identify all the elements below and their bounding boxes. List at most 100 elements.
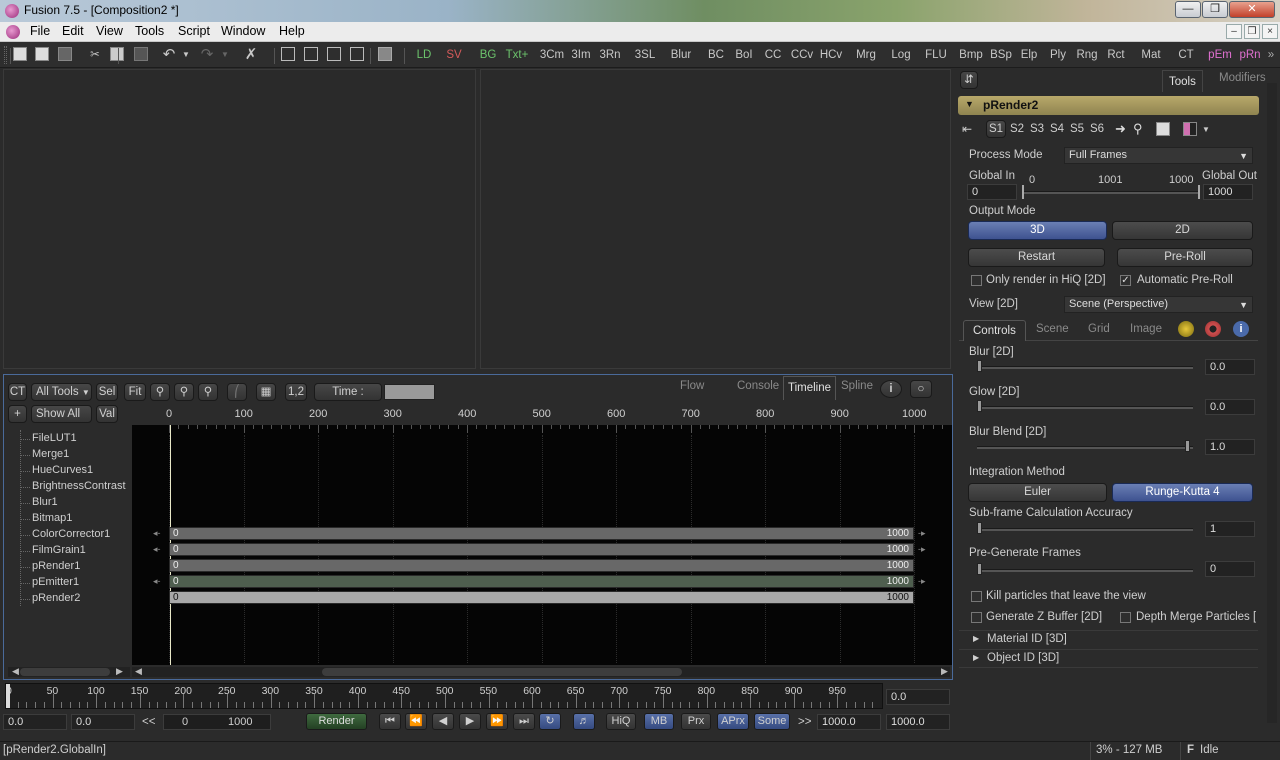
tool-button-log[interactable]: Log bbox=[888, 45, 914, 65]
tab-timeline[interactable]: Timeline bbox=[783, 376, 837, 400]
track-name[interactable]: FilmGrain1 bbox=[32, 544, 86, 556]
viewer-right[interactable] bbox=[480, 69, 951, 369]
tool-button-3im[interactable]: 3Im bbox=[568, 45, 594, 65]
runge-kutta-button[interactable]: Runge-Kutta 4 bbox=[1112, 483, 1253, 502]
material-id-row[interactable]: ▶ Material ID [3D] bbox=[959, 630, 1258, 649]
handle-right-icon[interactable]: -▸ bbox=[918, 544, 926, 555]
handle-right-icon[interactable]: -▸ bbox=[918, 576, 926, 587]
collapse-icon[interactable]: ⇵ bbox=[960, 71, 978, 89]
gen-z-checkbox[interactable] bbox=[971, 612, 982, 623]
viewer-left[interactable] bbox=[3, 69, 476, 369]
menu-window[interactable]: Window bbox=[221, 24, 265, 38]
depth-merge-checkbox[interactable] bbox=[1120, 612, 1131, 623]
zoom-out-icon[interactable]: ⚲ bbox=[150, 383, 170, 401]
subtab-grid[interactable]: Grid bbox=[1088, 323, 1110, 335]
info-icon[interactable]: i bbox=[1233, 321, 1249, 337]
tab-tools[interactable]: Tools bbox=[1162, 70, 1203, 92]
range-slider[interactable]: 0 1000 bbox=[163, 714, 271, 730]
pregen-slider-knob[interactable] bbox=[977, 563, 982, 575]
pin-icon[interactable]: ⇤ bbox=[962, 122, 972, 136]
tool-header[interactable]: ▼ pRender2 bbox=[958, 96, 1259, 115]
key-icon[interactable]: ⚲ bbox=[1133, 121, 1143, 137]
timeline-scrollbar[interactable] bbox=[132, 667, 950, 677]
layout-3-icon[interactable] bbox=[327, 47, 341, 61]
restart-button[interactable]: Restart bbox=[968, 248, 1105, 267]
cut-tool-icon[interactable]: ✗ bbox=[242, 45, 260, 65]
kill-particles-checkbox[interactable] bbox=[971, 591, 982, 602]
current-time-field[interactable]: 0.0 bbox=[886, 689, 950, 705]
new-icon[interactable] bbox=[13, 47, 27, 61]
pregen-slider[interactable] bbox=[977, 569, 1193, 572]
redo-icon[interactable]: ↷ bbox=[198, 45, 216, 65]
subtab-controls[interactable]: Controls bbox=[963, 320, 1026, 341]
rewind-icon[interactable]: ⏪ bbox=[405, 713, 427, 730]
cut-icon[interactable]: ✂ bbox=[86, 45, 104, 65]
track-name[interactable]: pRender2 bbox=[32, 592, 80, 604]
menu-help[interactable]: Help bbox=[279, 24, 305, 38]
time-input[interactable] bbox=[384, 384, 435, 400]
tool-button-3rn[interactable]: 3Rn bbox=[597, 45, 623, 65]
fast-forward-icon[interactable]: ⏩ bbox=[486, 713, 508, 730]
tool-button-ld[interactable]: LD bbox=[411, 45, 437, 65]
slot-s1[interactable]: S1 bbox=[986, 120, 1006, 138]
menu-tools[interactable]: Tools bbox=[135, 24, 164, 38]
slot-s3[interactable]: S3 bbox=[1030, 123, 1044, 135]
scroll-right-icon[interactable]: ▶ bbox=[941, 666, 948, 677]
save-icon[interactable] bbox=[58, 47, 72, 61]
tool-button-ccv[interactable]: CCv bbox=[789, 45, 815, 65]
scroll-right-icon[interactable]: ▶ bbox=[116, 666, 123, 677]
render-button[interactable]: Render bbox=[306, 713, 367, 730]
color-swatch-icon[interactable] bbox=[1183, 122, 1197, 136]
timeline-bar[interactable]: 0 1000 bbox=[169, 543, 914, 556]
doc-icon[interactable] bbox=[6, 25, 20, 39]
blur-slider[interactable] bbox=[977, 366, 1193, 369]
blur-slider-knob[interactable] bbox=[977, 360, 982, 372]
copy-icon[interactable] bbox=[110, 47, 124, 61]
mdi-minimize-button[interactable]: – bbox=[1226, 24, 1242, 39]
undo-icon[interactable]: ↶ bbox=[160, 45, 178, 65]
preroll-button[interactable]: Pre-Roll bbox=[1117, 248, 1253, 267]
tool-button-mat[interactable]: Mat bbox=[1138, 45, 1164, 65]
end-time-field[interactable]: 0.0 bbox=[71, 714, 135, 730]
tool-button-bsp[interactable]: BSp bbox=[988, 45, 1014, 65]
save-settings-icon[interactable] bbox=[1156, 122, 1170, 136]
tool-button-blur[interactable]: Blur bbox=[666, 45, 696, 65]
track-name[interactable]: pEmitter1 bbox=[32, 576, 79, 588]
playhead[interactable] bbox=[6, 684, 10, 708]
auto-preroll-checkbox[interactable]: ✓ bbox=[1120, 275, 1131, 286]
subframe-field[interactable]: 1 bbox=[1205, 521, 1255, 537]
go-end-icon[interactable]: ⏭ bbox=[513, 713, 535, 730]
some-button[interactable]: Some bbox=[754, 713, 790, 730]
maximize-button[interactable]: ❒ bbox=[1202, 1, 1228, 18]
paste-icon[interactable] bbox=[134, 47, 148, 61]
fusion-app-icon[interactable] bbox=[5, 4, 19, 18]
menu-edit[interactable]: Edit bbox=[62, 24, 84, 38]
output-2d-button[interactable]: 2D bbox=[1112, 221, 1253, 240]
blur-field[interactable]: 0.0 bbox=[1205, 359, 1255, 375]
blur-blend-field[interactable]: 1.0 bbox=[1205, 439, 1255, 455]
tool-button-rng[interactable]: Rng bbox=[1074, 45, 1100, 65]
layout-2-icon[interactable] bbox=[304, 47, 318, 61]
sel-button[interactable]: Sel bbox=[96, 383, 118, 401]
track-list-scrollbar[interactable] bbox=[8, 667, 130, 677]
audio-icon[interactable]: ♬ bbox=[573, 713, 595, 730]
prx-button[interactable]: Prx bbox=[681, 713, 711, 730]
step-back-icon[interactable]: ◀ bbox=[432, 713, 454, 730]
global-in-field[interactable]: 0 bbox=[967, 184, 1017, 200]
mdi-restore-button[interactable]: ❒ bbox=[1244, 24, 1260, 39]
global-in-handle[interactable] bbox=[1022, 185, 1025, 199]
layout-4-icon[interactable] bbox=[350, 47, 364, 61]
subtab-scene[interactable]: Scene bbox=[1036, 323, 1069, 335]
tool-button-ply[interactable]: Ply bbox=[1045, 45, 1071, 65]
add-button[interactable]: + bbox=[8, 405, 27, 423]
slot-s2[interactable]: S2 bbox=[1010, 123, 1024, 135]
tool-button-3sl[interactable]: 3SL bbox=[632, 45, 658, 65]
blur-blend-slider-knob[interactable] bbox=[1185, 440, 1190, 452]
timeline-bar[interactable]: 0 1000 bbox=[169, 527, 914, 540]
start-time-field[interactable]: 0.0 bbox=[3, 714, 67, 730]
play-icon[interactable]: ▶ bbox=[459, 713, 481, 730]
tool-button-sv[interactable]: SV bbox=[441, 45, 467, 65]
view-dropdown[interactable]: Scene (Perspective) ▼ bbox=[1064, 296, 1253, 313]
subframe-slider[interactable] bbox=[977, 528, 1193, 531]
scroll-thumb[interactable] bbox=[322, 668, 682, 676]
